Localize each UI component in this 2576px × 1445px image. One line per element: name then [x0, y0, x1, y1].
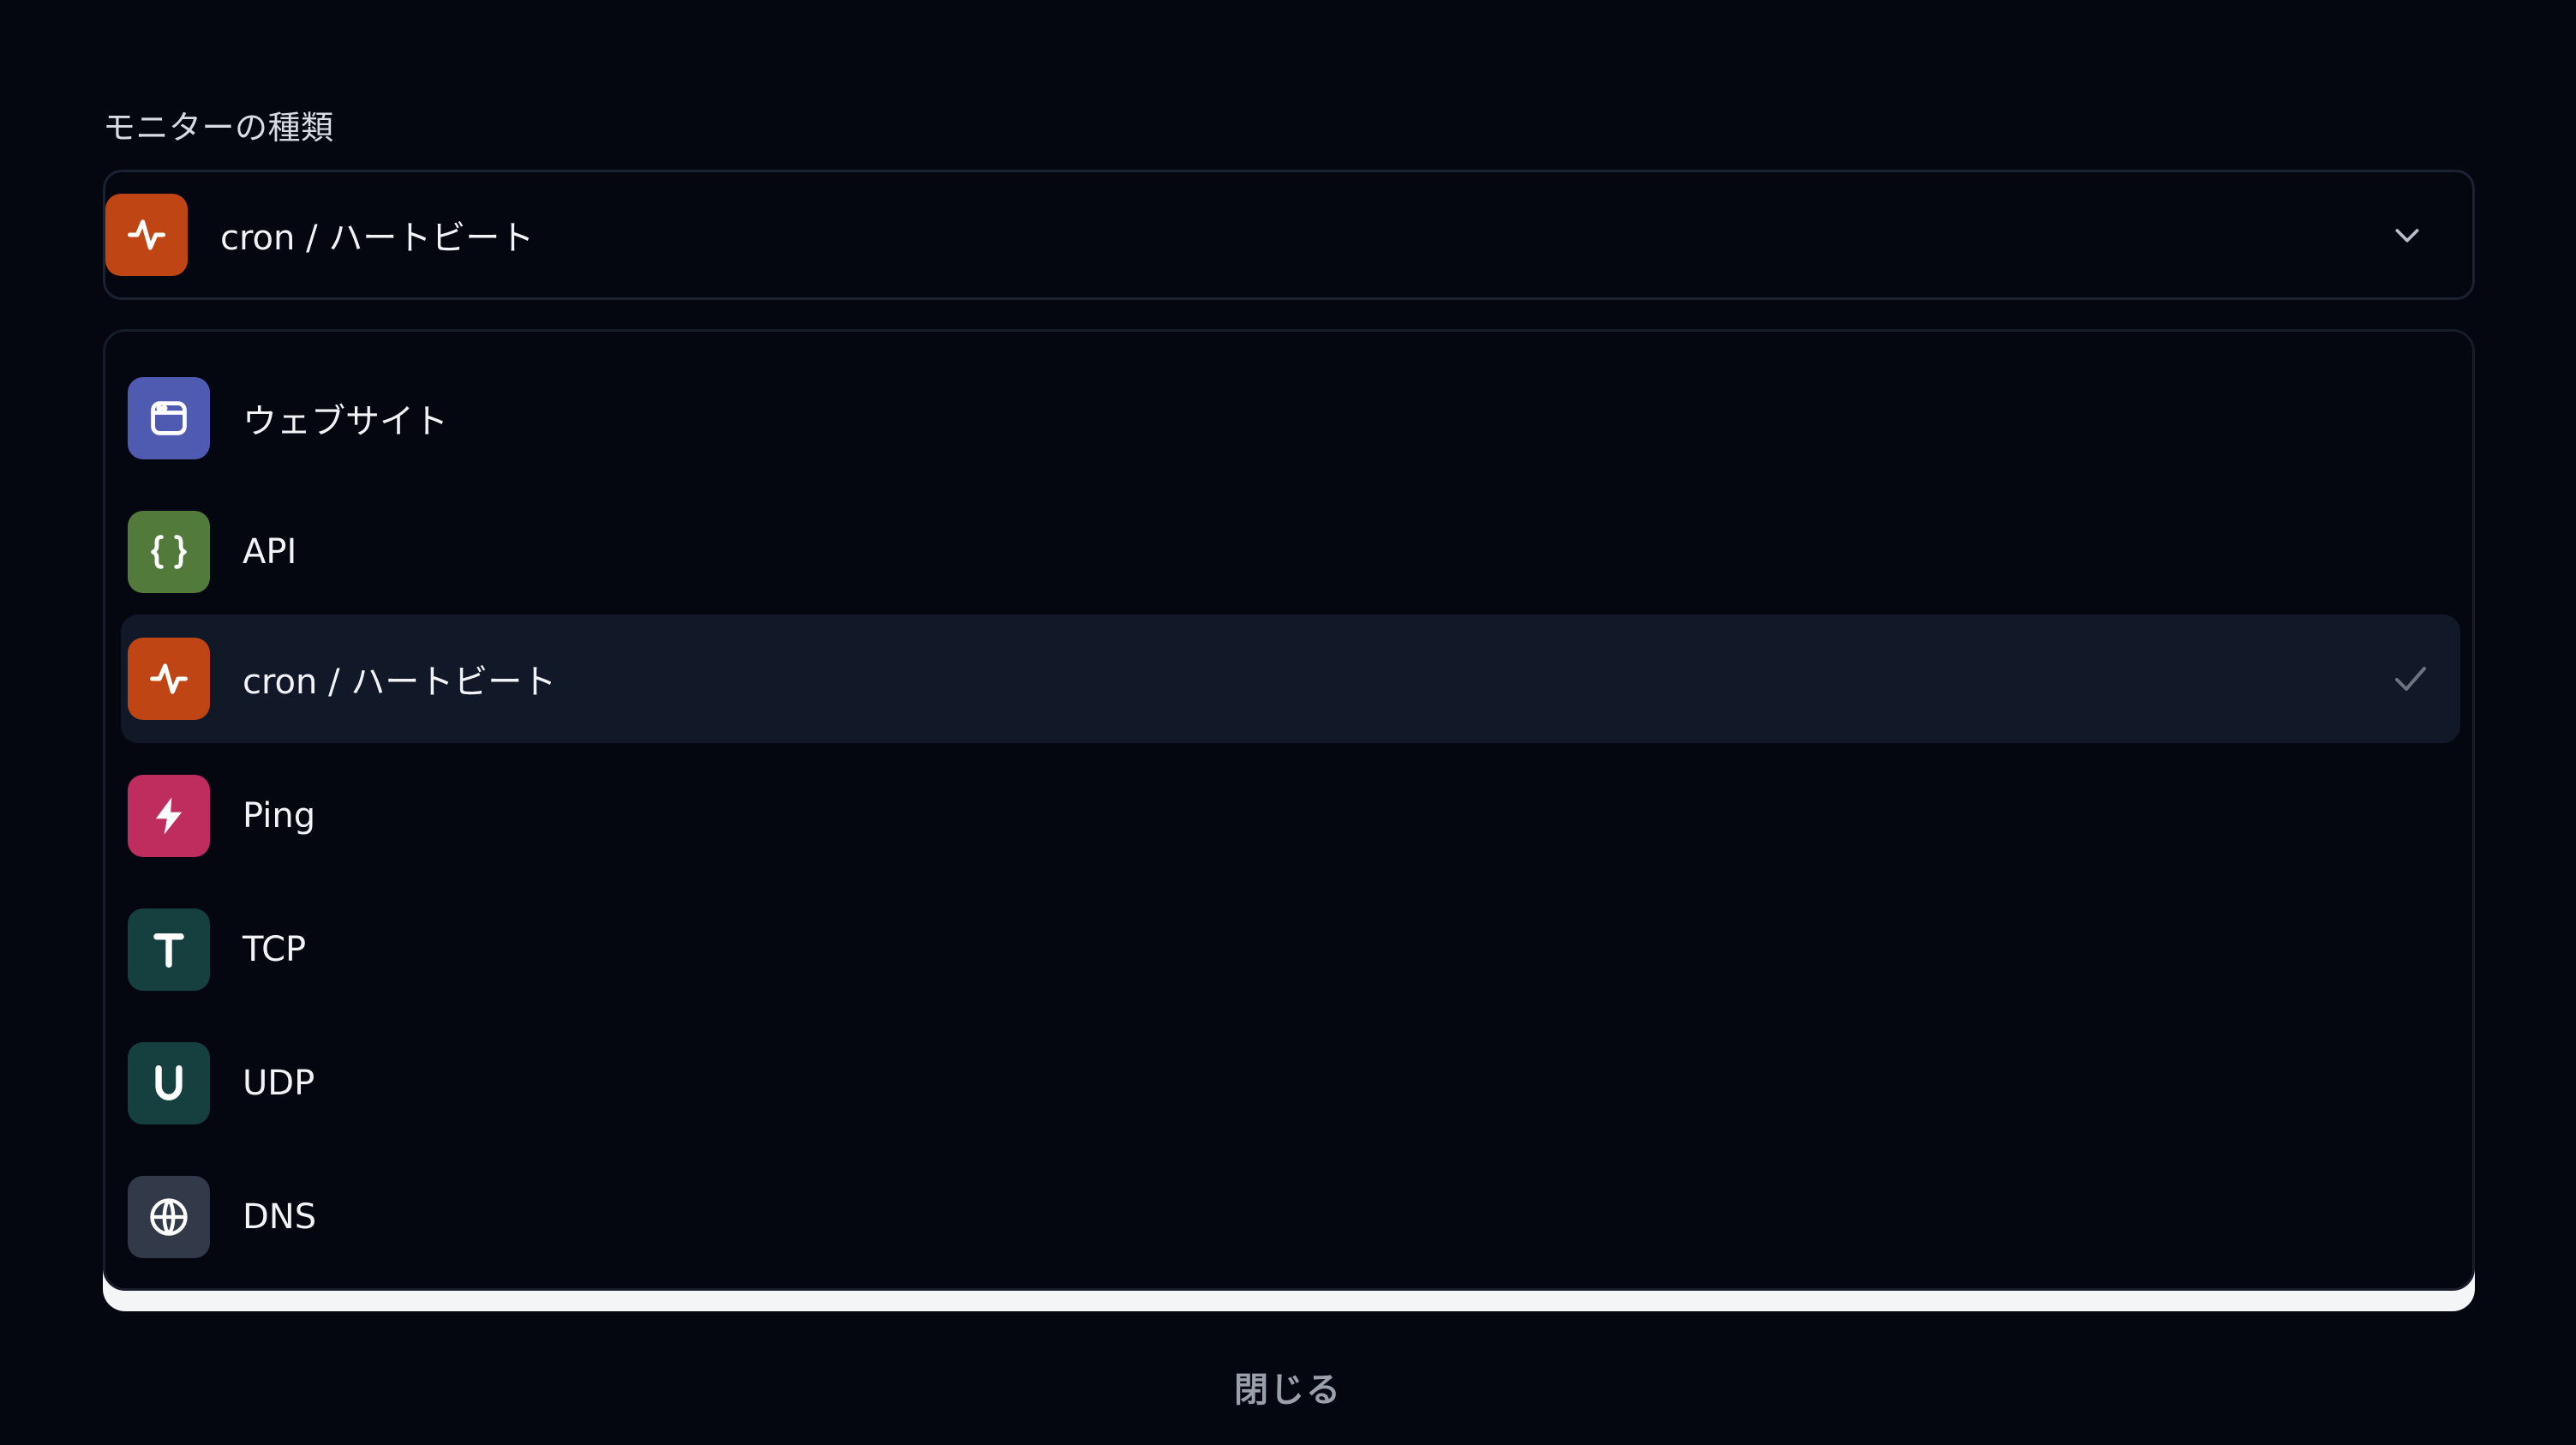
monitor-type-label: モニターの種類 [103, 109, 334, 147]
option-label: API [243, 532, 297, 572]
letter-u-icon [128, 1042, 210, 1124]
option-website[interactable]: ウェブサイト [121, 354, 2460, 483]
option-label: cron / ハートビート [243, 663, 557, 702]
selected-value: cron / ハートビート [220, 219, 535, 258]
heartbeat-pulse-icon [128, 638, 210, 720]
chevron-down-icon[interactable] [2388, 216, 2426, 254]
option-label: TCP [243, 930, 307, 969]
option-dns[interactable]: DNS [121, 1153, 2460, 1281]
browser-window-icon [128, 377, 210, 459]
heartbeat-pulse-icon [105, 194, 188, 276]
monitor-type-picker: モニターの種類 cron / ハートビート ウェブサイト API cron / … [0, 0, 2576, 1445]
close-button[interactable]: 閉じる [0, 1361, 2576, 1412]
letter-t-icon [128, 908, 210, 991]
option-label: Ping [243, 796, 316, 836]
monitor-type-listbox: ウェブサイト API cron / ハートビート Ping TCP UDP DN… [103, 329, 2475, 1291]
globe-icon [128, 1176, 210, 1258]
option-cron-heartbeat[interactable]: cron / ハートビート [121, 615, 2460, 743]
option-udp[interactable]: UDP [121, 1019, 2460, 1148]
checkmark-icon [2390, 658, 2431, 699]
option-ping[interactable]: Ping [121, 752, 2460, 880]
lightning-bolt-icon [128, 775, 210, 857]
option-label: ウェブサイト [243, 402, 448, 441]
option-api[interactable]: API [121, 488, 2460, 616]
curly-braces-icon [128, 511, 210, 593]
option-label: UDP [243, 1064, 315, 1103]
option-label: DNS [243, 1197, 317, 1237]
option-tcp[interactable]: TCP [121, 885, 2460, 1014]
monitor-type-select[interactable]: cron / ハートビート [103, 170, 2475, 300]
